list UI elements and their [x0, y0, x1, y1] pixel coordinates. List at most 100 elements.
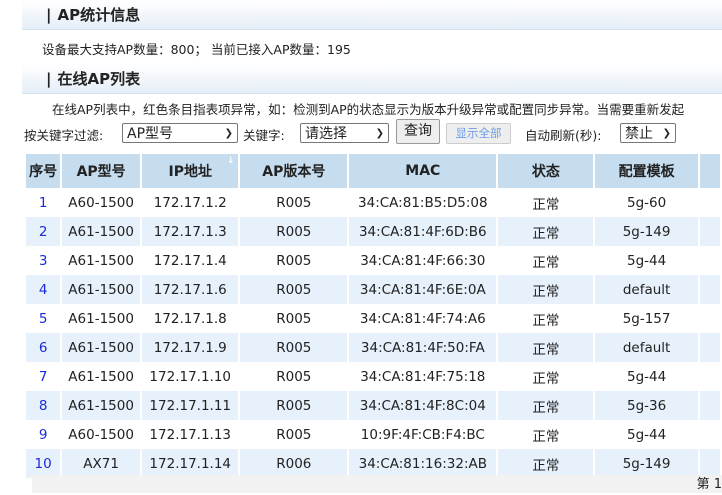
table-cell: R005 [239, 304, 350, 333]
table-cell: 4 [26, 275, 63, 304]
table-cell: default [594, 275, 700, 304]
table-cell [698, 304, 722, 333]
table-cell: 正常 [497, 275, 596, 304]
table-row[interactable]: 5 A61-1500 172.17.1.8 R005 34:CA:81:4F:74:A6… [26, 304, 722, 333]
table-cell: R005 [239, 391, 350, 420]
table-cell [698, 362, 722, 391]
table-cell: 34:CA:81:4F:75:18 [348, 362, 499, 391]
filter-field-value: AP型号 [127, 126, 174, 142]
table-cell: 5g-44 [594, 246, 700, 275]
column-header-more [698, 154, 722, 188]
table-cell: R005 [239, 420, 350, 449]
keyword-label: 关键字: [243, 128, 285, 143]
show-all-button[interactable]: 显示全部 [446, 123, 511, 144]
table-cell: 6 [26, 333, 63, 362]
column-header[interactable]: AP版本号 [239, 154, 350, 188]
table-cell [698, 217, 722, 246]
table-cell: A60-1500 [61, 188, 142, 217]
table-cell: 7 [26, 362, 63, 391]
table-cell: 34:CA:81:4F:66:30 [348, 246, 499, 275]
table-row[interactable]: 1 A60-1500 172.17.1.2 R005 34:CA:81:B5:D5:08… [26, 188, 722, 217]
table-cell: 5g-44 [594, 420, 700, 449]
table-cell: 172.17.1.3 [140, 217, 241, 246]
table-cell: A60-1500 [61, 420, 142, 449]
chevron-down-icon: ❯ [662, 128, 671, 139]
query-button[interactable]: 查询 [396, 119, 440, 144]
table-cell: R005 [239, 333, 350, 362]
table-cell: 172.17.1.13 [140, 420, 241, 449]
table-cell: R005 [239, 246, 350, 275]
table-cell: 34:CA:81:4F:6D:B6 [348, 217, 499, 246]
table-row[interactable]: 4 A61-1500 172.17.1.6 R005 34:CA:81:4F:6E:0A… [26, 275, 722, 304]
online-ap-header: | 在线AP列表 [22, 64, 722, 94]
table-cell: 5g-60 [594, 188, 700, 217]
column-header-label: IP地址 [168, 164, 212, 180]
auto-refresh-select[interactable]: 禁止 ❯ [620, 123, 676, 143]
keyword-select[interactable]: 请选择 ❯ [300, 123, 389, 143]
table-cell: 正常 [497, 420, 596, 449]
table-row[interactable]: 2 A61-1500 172.17.1.3 R005 34:CA:81:4F:6D:B6… [26, 217, 722, 246]
table-row[interactable]: 9 A60-1500 172.17.1.13 R005 10:9F:4F:CB:F4:B… [26, 420, 722, 449]
column-header[interactable]: AP型号 [61, 154, 142, 188]
filter-field-select[interactable]: AP型号 ❯ [122, 123, 238, 143]
table-cell: A61-1500 [61, 217, 142, 246]
table-cell: R006 [239, 449, 350, 478]
table-cell: A61-1500 [61, 333, 142, 362]
auto-refresh-value: 禁止 [625, 126, 653, 142]
table-cell: A61-1500 [61, 391, 142, 420]
pagination-bar: 第 1 [32, 475, 722, 493]
table-cell: 172.17.1.11 [140, 391, 241, 420]
table-cell: default [594, 333, 700, 362]
column-header[interactable]: MAC [348, 154, 499, 188]
ap-count-info: 设备最大支持AP数量：800； 当前已接入AP数量：195 [42, 42, 351, 57]
table-cell: 34:CA:81:4F:74:A6 [348, 304, 499, 333]
table-cell: 10 [26, 449, 63, 478]
column-header[interactable]: 状态 [497, 154, 596, 188]
table-cell: R005 [239, 188, 350, 217]
table-cell: 172.17.1.6 [140, 275, 241, 304]
table-row[interactable]: 7 A61-1500 172.17.1.10 R005 34:CA:81:4F:75:1… [26, 362, 722, 391]
column-header[interactable]: 序号 [26, 154, 63, 188]
table-cell: 34:CA:81:4F:50:FA [348, 333, 499, 362]
filter-label: 按关键字过滤: [24, 128, 104, 143]
table-cell: 34:CA:81:4F:6E:0A [348, 275, 499, 304]
table-row[interactable]: 8 A61-1500 172.17.1.11 R005 34:CA:81:4F:8C:0… [26, 391, 722, 420]
table-cell: 172.17.1.8 [140, 304, 241, 333]
table-cell: 34:CA:81:4F:8C:04 [348, 391, 499, 420]
table-row[interactable]: 6 A61-1500 172.17.1.9 R005 34:CA:81:4F:50:FA… [26, 333, 722, 362]
table-cell: 34:CA:81:16:32:AB [348, 449, 499, 478]
table-cell: 5g-36 [594, 391, 700, 420]
table-row[interactable]: 10 AX71 172.17.1.14 R006 34:CA:81:16:32:AB 正常… [26, 449, 722, 478]
page-indicator: 第 1 [696, 477, 722, 492]
sort-arrow-icon: ↓ [226, 156, 235, 166]
table-cell: 正常 [497, 449, 596, 478]
table-cell [698, 449, 722, 478]
column-header[interactable]: ↓ IP地址 [140, 154, 241, 188]
table-row[interactable]: 3 A61-1500 172.17.1.4 R005 34:CA:81:4F:66:30… [26, 246, 722, 275]
column-header[interactable]: 配置模板 [594, 154, 700, 188]
table-cell: 172.17.1.10 [140, 362, 241, 391]
chevron-down-icon: ❯ [224, 128, 233, 139]
auto-refresh-label: 自动刷新(秒): [525, 128, 602, 143]
chevron-down-icon: ❯ [375, 128, 384, 139]
table-cell: 172.17.1.4 [140, 246, 241, 275]
table-cell: 10:9F:4F:CB:F4:BC [348, 420, 499, 449]
keyword-value: 请选择 [305, 126, 347, 142]
table-cell: 5g-149 [594, 217, 700, 246]
table-cell: A61-1500 [61, 275, 142, 304]
table-cell: 172.17.1.2 [140, 188, 241, 217]
table-cell: 正常 [497, 246, 596, 275]
table-cell: 5g-44 [594, 362, 700, 391]
table-cell: 8 [26, 391, 63, 420]
table-cell [698, 333, 722, 362]
table-cell [698, 188, 722, 217]
table-cell: R005 [239, 362, 350, 391]
table-cell: 5g-157 [594, 304, 700, 333]
table-cell: 正常 [497, 217, 596, 246]
table-cell [698, 246, 722, 275]
notice-text: 在线AP列表中，红色条目指表项异常，如：检测到AP的状态显示为版本升级异常或配置… [52, 102, 685, 117]
table-cell [698, 420, 722, 449]
table-cell: 2 [26, 217, 63, 246]
table-cell: A61-1500 [61, 362, 142, 391]
table-cell: 172.17.1.9 [140, 333, 241, 362]
